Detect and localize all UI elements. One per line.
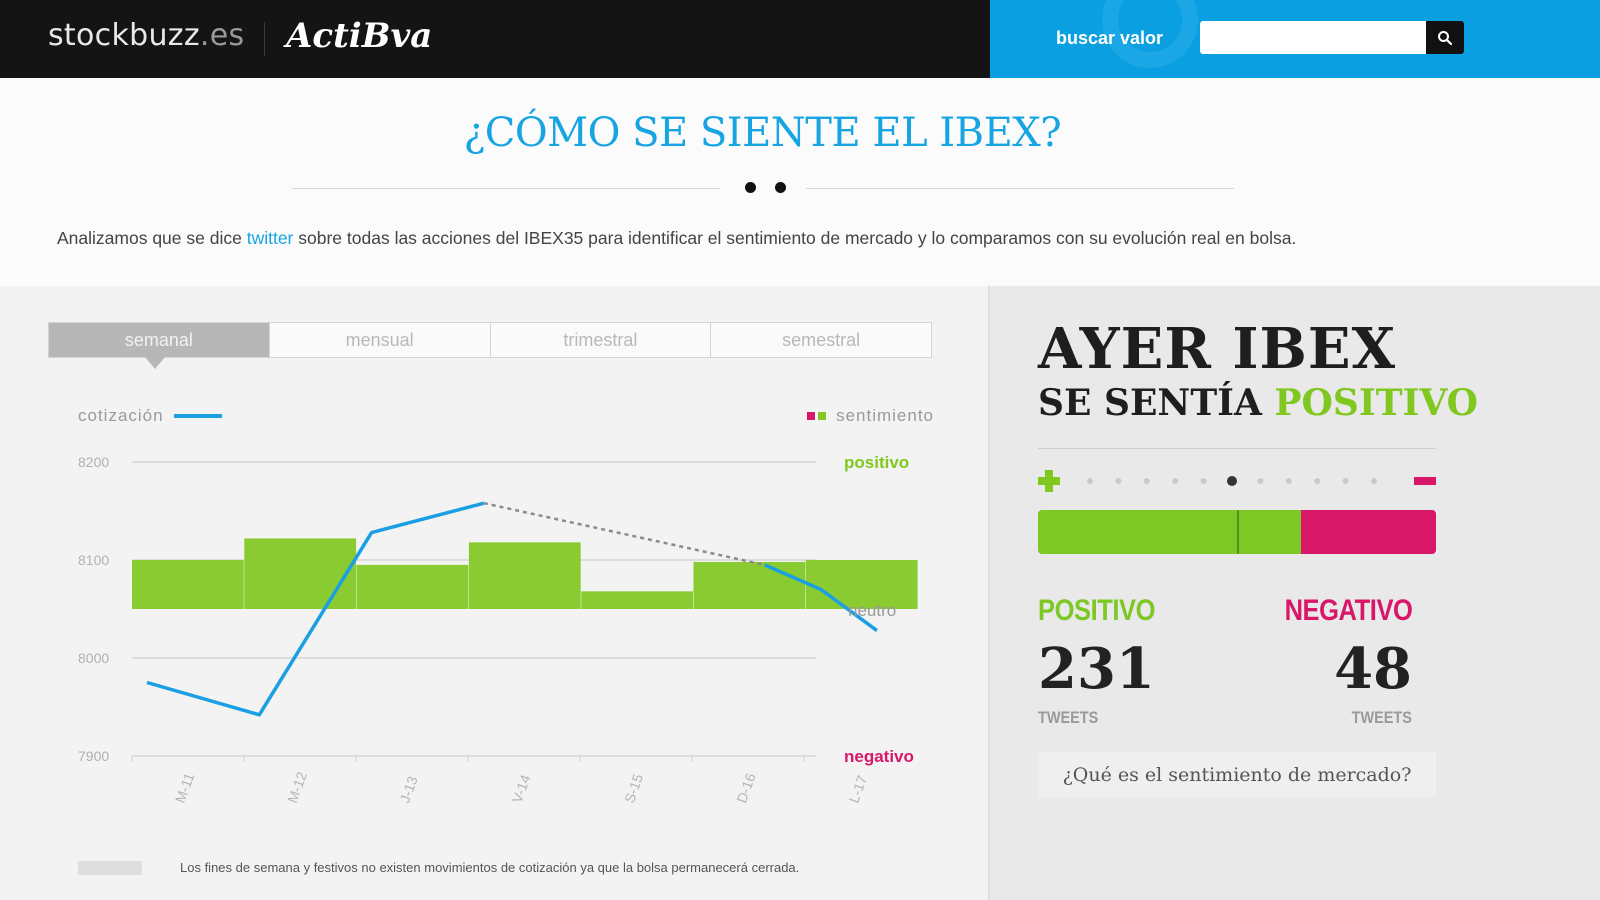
x-tick-label: M-11 xyxy=(172,770,198,805)
scale-dot xyxy=(1342,478,1349,484)
scale-dot xyxy=(1172,478,1179,484)
sentiment-bar-negative xyxy=(1300,510,1436,554)
stockbuzz-logo[interactable]: stockbuzz.es xyxy=(48,18,244,53)
title-rule-left xyxy=(292,188,720,189)
sentiment-bar xyxy=(132,560,244,609)
summary-state: POSITIVO xyxy=(1274,382,1478,424)
twitter-link[interactable]: twitter xyxy=(247,228,294,248)
search-input[interactable] xyxy=(1200,21,1426,54)
sentiment-scale xyxy=(1038,470,1436,492)
minus-icon xyxy=(1414,477,1436,485)
x-tick-label: M-12 xyxy=(284,769,310,805)
x-tick-label: V-14 xyxy=(509,772,534,805)
y-tick-label: 8000 xyxy=(78,650,109,666)
footnote-text: Los fines de semana y festivos no existe… xyxy=(180,860,800,875)
hero-section: ¿CÓMO SE SIENTE EL IBEX? Analizamos que … xyxy=(0,78,1600,286)
market-sentiment-help-link[interactable]: ¿Qué es el sentimiento de mercado? xyxy=(1038,752,1436,798)
summary-panel: AYER IBEX SE SENTÍA POSITIVO POSITIVO NE… xyxy=(988,286,1600,900)
page-title: ¿CÓMO SE SIENTE EL IBEX? xyxy=(463,110,1062,156)
sentiment-negative-label: negativo xyxy=(844,747,914,766)
chart-panel: semanal mensual trimestral semestral cot… xyxy=(0,286,988,900)
y-tick-label: 8100 xyxy=(78,552,109,568)
intro-text: Analizamos que se dice twitter sobre tod… xyxy=(57,228,1296,249)
negative-label: NEGATIVO xyxy=(1284,594,1412,627)
positive-label: POSITIVO xyxy=(1038,594,1156,627)
sentiment-bar xyxy=(693,561,806,609)
scale-dot xyxy=(1257,478,1264,484)
summary-heading: AYER IBEX xyxy=(1038,316,1397,382)
y-tick-label: 8200 xyxy=(78,454,109,470)
brand-area: stockbuzz.es ActiBva xyxy=(0,0,990,78)
x-tick-label: J-13 xyxy=(396,774,420,805)
search-button[interactable] xyxy=(1426,21,1464,54)
scale-dot xyxy=(1285,478,1292,484)
x-tick-label: L-17 xyxy=(846,773,871,805)
sentiment-bar xyxy=(581,591,693,609)
positive-unit: TWEETS xyxy=(1038,708,1099,727)
search-icon xyxy=(1438,30,1453,45)
scale-dot xyxy=(1314,478,1321,484)
scale-dot xyxy=(1371,478,1377,484)
search-area: buscar valor xyxy=(990,0,1600,78)
brand-main: stockbuzz xyxy=(48,18,200,53)
y-tick-label: 7900 xyxy=(78,748,109,764)
activa-logo[interactable]: ActiBva xyxy=(286,16,432,56)
sentiment-bar-marker xyxy=(1236,510,1239,554)
negative-unit: TWEETS xyxy=(1351,708,1412,727)
sentiment-bar xyxy=(244,538,357,609)
sentiment-bar xyxy=(468,542,581,609)
negative-count: 48 xyxy=(1334,636,1412,702)
ibex-chart: 8200 8100 8000 7900 M-11 M-12 J-13 V-14 S-15 D-16… xyxy=(78,453,918,805)
summary-subheading-prefix: SE SENTÍA xyxy=(1038,382,1275,424)
footnote-swatch xyxy=(78,860,142,875)
x-tick-label: S-15 xyxy=(621,772,646,805)
scale-dot xyxy=(1143,478,1150,484)
intro-text-end: sobre todas las acciones del IBEX35 para… xyxy=(293,228,1297,248)
x-tick-label: D-16 xyxy=(733,771,758,805)
brand-tld: .es xyxy=(199,18,245,53)
positive-count: 231 xyxy=(1038,636,1155,702)
plus-icon xyxy=(1045,470,1053,492)
brand-divider xyxy=(264,22,265,56)
top-bar: stockbuzz.es ActiBva buscar valor xyxy=(0,0,1600,78)
title-rule-right xyxy=(806,188,1234,189)
sentiment-bar xyxy=(356,564,469,609)
search-label: buscar valor xyxy=(1056,28,1164,48)
pager-dot-2[interactable] xyxy=(775,182,786,193)
scale-dot xyxy=(1087,478,1093,484)
intro-text-start: Analizamos que se dice xyxy=(57,228,247,248)
summary-subheading: SE SENTÍA POSITIVO xyxy=(1038,382,1478,424)
scale-dot xyxy=(1200,478,1207,484)
footnote: Los fines de semana y festivos no existe… xyxy=(78,860,799,875)
sentiment-positive-label: positivo xyxy=(844,453,909,472)
scale-dot xyxy=(1227,476,1237,486)
pager-dot-1[interactable] xyxy=(745,182,756,193)
summary-divider xyxy=(1038,448,1436,449)
sentiment-bar xyxy=(1038,510,1436,554)
sentiment-bar-positive xyxy=(1038,510,1301,554)
scale-dot xyxy=(1115,478,1122,484)
sentiment-neutral-label: neutro xyxy=(848,601,896,620)
